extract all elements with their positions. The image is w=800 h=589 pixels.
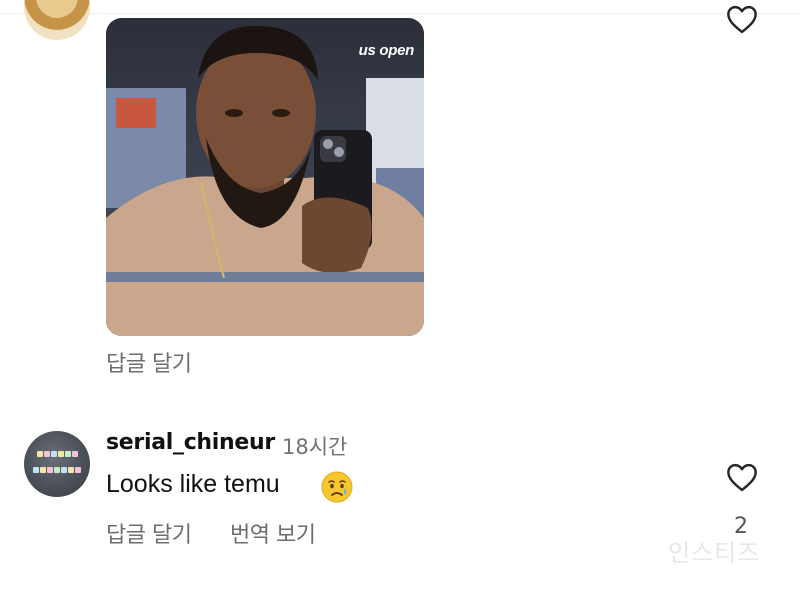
avatar-beads [32,467,82,473]
comment-time: 18시간 [282,435,348,459]
comment-gif-image[interactable]: us open [106,18,424,336]
avatar-beads [32,451,82,457]
reply-button[interactable]: 답글 달기 [106,346,192,378]
gif-illustration [106,18,424,336]
reply-button[interactable]: 답글 달기 [106,517,192,549]
crying-face-icon [320,470,354,504]
corner-watermark: 인스티즈 [668,539,761,567]
username-link[interactable]: serial_chineur [106,430,275,455]
top-divider [0,13,800,14]
gif-watermark: us open [358,42,415,59]
heart-icon[interactable] [725,4,759,34]
heart-icon[interactable] [725,462,759,492]
comment-text: Looks like temu [106,470,280,498]
avatar[interactable] [24,0,90,40]
translate-button[interactable]: 번역 보기 [230,517,316,549]
avatar[interactable] [24,431,90,497]
